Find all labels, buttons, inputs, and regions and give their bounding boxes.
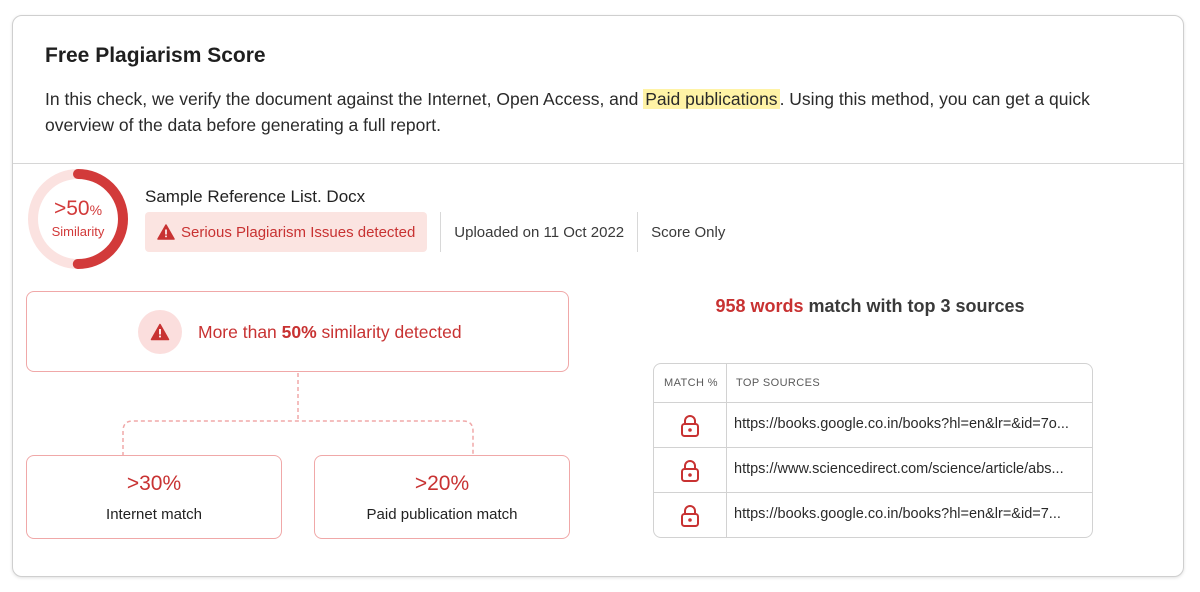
source-url[interactable]: https://books.google.co.in/books?hl=en&l… [734,416,1086,432]
divider [637,212,639,252]
report-mode: Score Only [651,223,726,241]
table-row: https://www.sciencedirect.com/science/ar… [654,447,1092,492]
paid-publication-match-label: Paid publication match [366,506,518,523]
lock-icon[interactable] [680,505,700,527]
source-url[interactable]: https://books.google.co.in/books?hl=en&l… [734,506,1086,522]
col-header-sources: TOP SOURCES [736,377,821,389]
internet-match-value: >30% [126,472,182,495]
matched-words-heading: 958 words match with top 3 sources [715,296,1025,316]
lock-icon[interactable] [680,460,700,482]
paid-publication-match-value: >20% [414,472,470,495]
table-row: https://books.google.co.in/books?hl=en&l… [654,402,1092,447]
paid-publication-match-box: >20% Paid publication match [314,455,570,539]
highlighted-text: Paid publications [643,89,780,109]
col-header-match: MATCH % [664,377,718,389]
source-url[interactable]: https://www.sciencedirect.com/science/ar… [734,461,1086,477]
top-sources-table: MATCH % TOP SOURCES https://books.google… [653,363,1093,538]
internet-match-box: >30% Internet match [26,455,282,539]
internet-match-label: Internet match [106,506,202,523]
table-row: https://books.google.co.in/books?hl=en&l… [654,492,1092,537]
lock-icon[interactable] [680,415,700,437]
